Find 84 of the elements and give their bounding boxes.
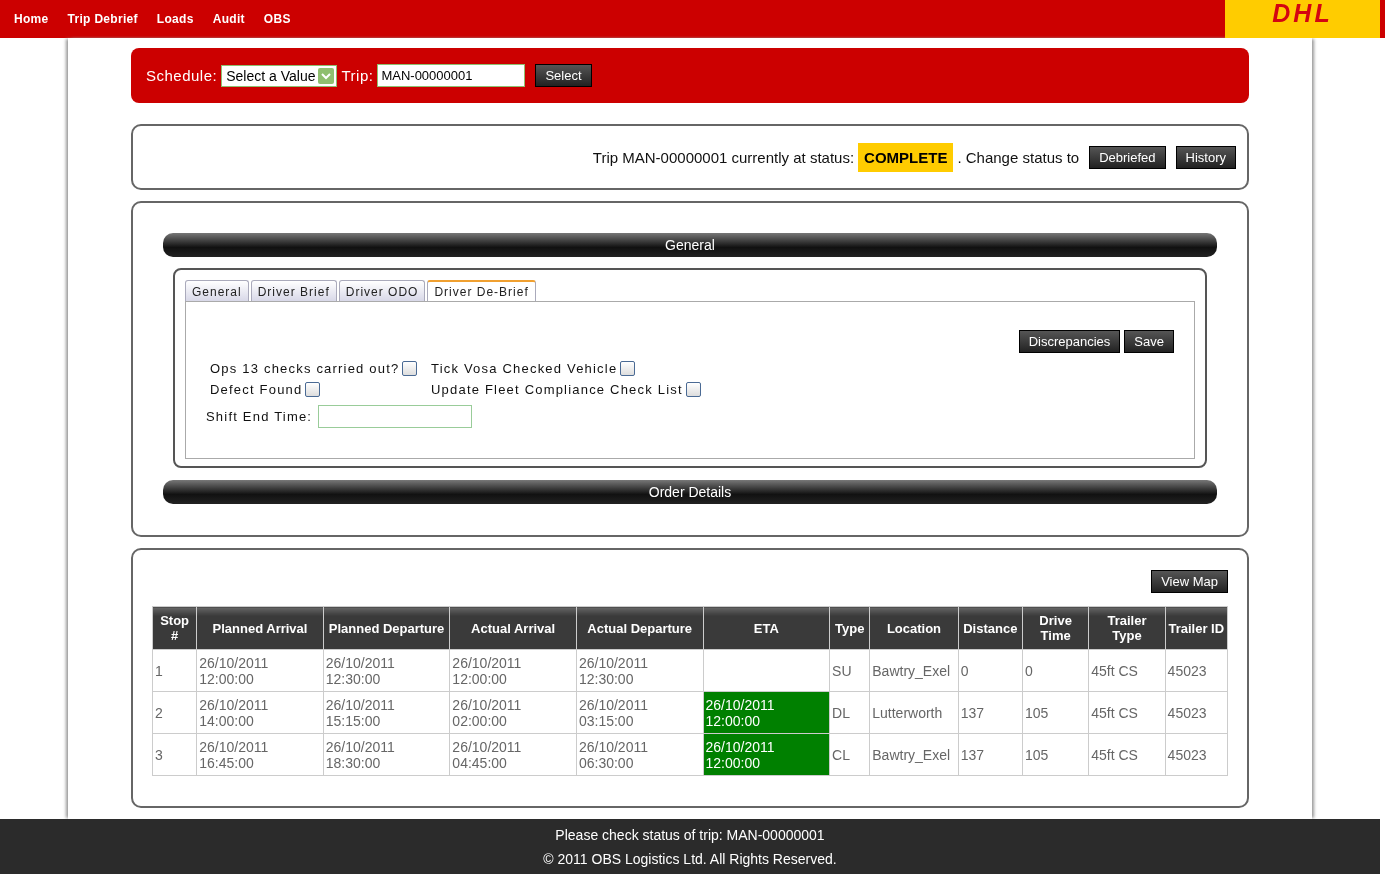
table-cell: 45023 <box>1165 733 1228 776</box>
column-header: Location <box>869 606 959 650</box>
checkbox-label: Defect Found <box>210 382 303 397</box>
column-header: Distance <box>958 606 1023 650</box>
nav-link[interactable]: Audit <box>212 12 245 26</box>
table-cell: 26/10/2011 12:00:00 <box>196 649 324 692</box>
table-cell: 26/10/2011 18:30:00 <box>323 733 450 776</box>
checkbox[interactable] <box>685 382 701 397</box>
table-cell: 1 <box>152 649 197 692</box>
tab[interactable]: General <box>185 280 249 301</box>
table-cell: 26/10/2011 04:45:00 <box>449 733 577 776</box>
table-cell: Bawtry_Exel <box>869 733 959 776</box>
status-text: Trip MAN-00000001 currently at status: <box>592 148 855 166</box>
table-cell: 26/10/2011 02:00:00 <box>449 691 577 734</box>
table-cell: 26/10/2011 15:15:00 <box>323 691 450 734</box>
checkbox-label: Tick Vosa Checked Vehicle <box>431 361 618 376</box>
shift-end-input[interactable] <box>318 405 473 428</box>
shift-end-label: Shift End Time: <box>206 409 313 424</box>
nav-link[interactable]: OBS <box>263 12 291 26</box>
column-header: ETA <box>703 606 830 650</box>
table-cell: 26/10/2011 06:30:00 <box>576 733 703 776</box>
column-header: Planned Arrival <box>196 606 324 650</box>
table-cell: 0 <box>958 649 1023 692</box>
table-cell: 105 <box>1022 691 1089 734</box>
tab[interactable]: Driver De-Brief <box>427 280 536 301</box>
eta-cell: 26/10/2011 12:00:00 <box>703 691 830 734</box>
trip-label: Trip: <box>341 67 374 84</box>
table-cell: CL <box>829 733 870 776</box>
table-cell: 26/10/2011 12:00:00 <box>449 649 577 692</box>
table-cell: 45ft CS <box>1088 691 1166 734</box>
checkbox-label: Update Fleet Compliance Check List <box>431 382 683 397</box>
tab[interactable]: Driver Brief <box>250 280 337 301</box>
checkbox[interactable] <box>620 361 636 376</box>
column-header: Actual Departure <box>576 606 703 650</box>
table-cell: 45ft CS <box>1088 733 1166 776</box>
table-cell: 26/10/2011 03:15:00 <box>576 691 703 734</box>
table-cell: Bawtry_Exel <box>869 649 959 692</box>
nav-link[interactable]: Trip Debrief <box>67 12 138 26</box>
schedule-label: Schedule: <box>146 67 218 84</box>
table-cell: 3 <box>152 733 197 776</box>
column-header: Stop # <box>152 606 197 650</box>
eta-cell: 26/10/2011 12:00:00 <box>703 733 830 776</box>
table-cell: 45023 <box>1165 691 1228 734</box>
table-cell: 45023 <box>1165 649 1228 692</box>
column-header: Type <box>829 606 870 650</box>
form-button[interactable]: Save <box>1124 330 1174 353</box>
table-cell: 45ft CS <box>1088 649 1166 692</box>
section-header: General <box>163 233 1217 257</box>
table-cell: 137 <box>958 733 1023 776</box>
select-button[interactable]: Select <box>535 64 592 87</box>
trip-input[interactable]: MAN-00000001 <box>377 64 526 87</box>
table-cell: 0 <box>1022 649 1089 692</box>
view-map-button[interactable]: View Map <box>1151 570 1228 593</box>
change-status-text: . Change status to <box>957 148 1080 166</box>
table-cell: Lutterworth <box>869 691 959 734</box>
table-cell: 137 <box>958 691 1023 734</box>
status-button[interactable]: Debriefed <box>1089 145 1166 169</box>
section-header: Order Details <box>163 480 1217 504</box>
table-cell: 26/10/2011 16:45:00 <box>196 733 324 776</box>
table-cell: 26/10/2011 12:30:00 <box>576 649 703 692</box>
nav-link[interactable]: Loads <box>156 12 194 26</box>
schedule-dropdown[interactable]: Select a Value <box>221 64 338 87</box>
form-button[interactable]: Discrepancies <box>1018 330 1121 353</box>
table-cell: 26/10/2011 12:30:00 <box>323 649 450 692</box>
status-badge: COMPLETE <box>858 142 954 172</box>
checkbox[interactable] <box>402 361 418 376</box>
logo-text: DHL <box>1272 2 1333 24</box>
checkbox[interactable] <box>305 382 321 397</box>
checkbox-label: Ops 13 checks carried out? <box>210 361 400 376</box>
column-header: Planned Departure <box>323 606 450 650</box>
column-header: Actual Arrival <box>449 606 577 650</box>
nav-link[interactable]: Home <box>14 12 49 26</box>
table-cell: SU <box>829 649 870 692</box>
table-cell: 26/10/2011 14:00:00 <box>196 691 324 734</box>
column-header: Trailer Type <box>1088 606 1166 650</box>
tab[interactable]: Driver ODO <box>338 280 426 301</box>
status-button[interactable]: History <box>1175 145 1236 169</box>
column-header: Drive Time <box>1022 606 1089 650</box>
table-cell: DL <box>829 691 870 734</box>
footer-text: Please check status of trip: MAN-00000001 <box>554 826 826 843</box>
table-cell: 105 <box>1022 733 1089 776</box>
footer-text: © 2011 OBS Logistics Ltd. All Rights Reserved. <box>542 850 838 867</box>
column-header: Trailer ID <box>1165 606 1228 650</box>
table-cell: 2 <box>152 691 197 734</box>
